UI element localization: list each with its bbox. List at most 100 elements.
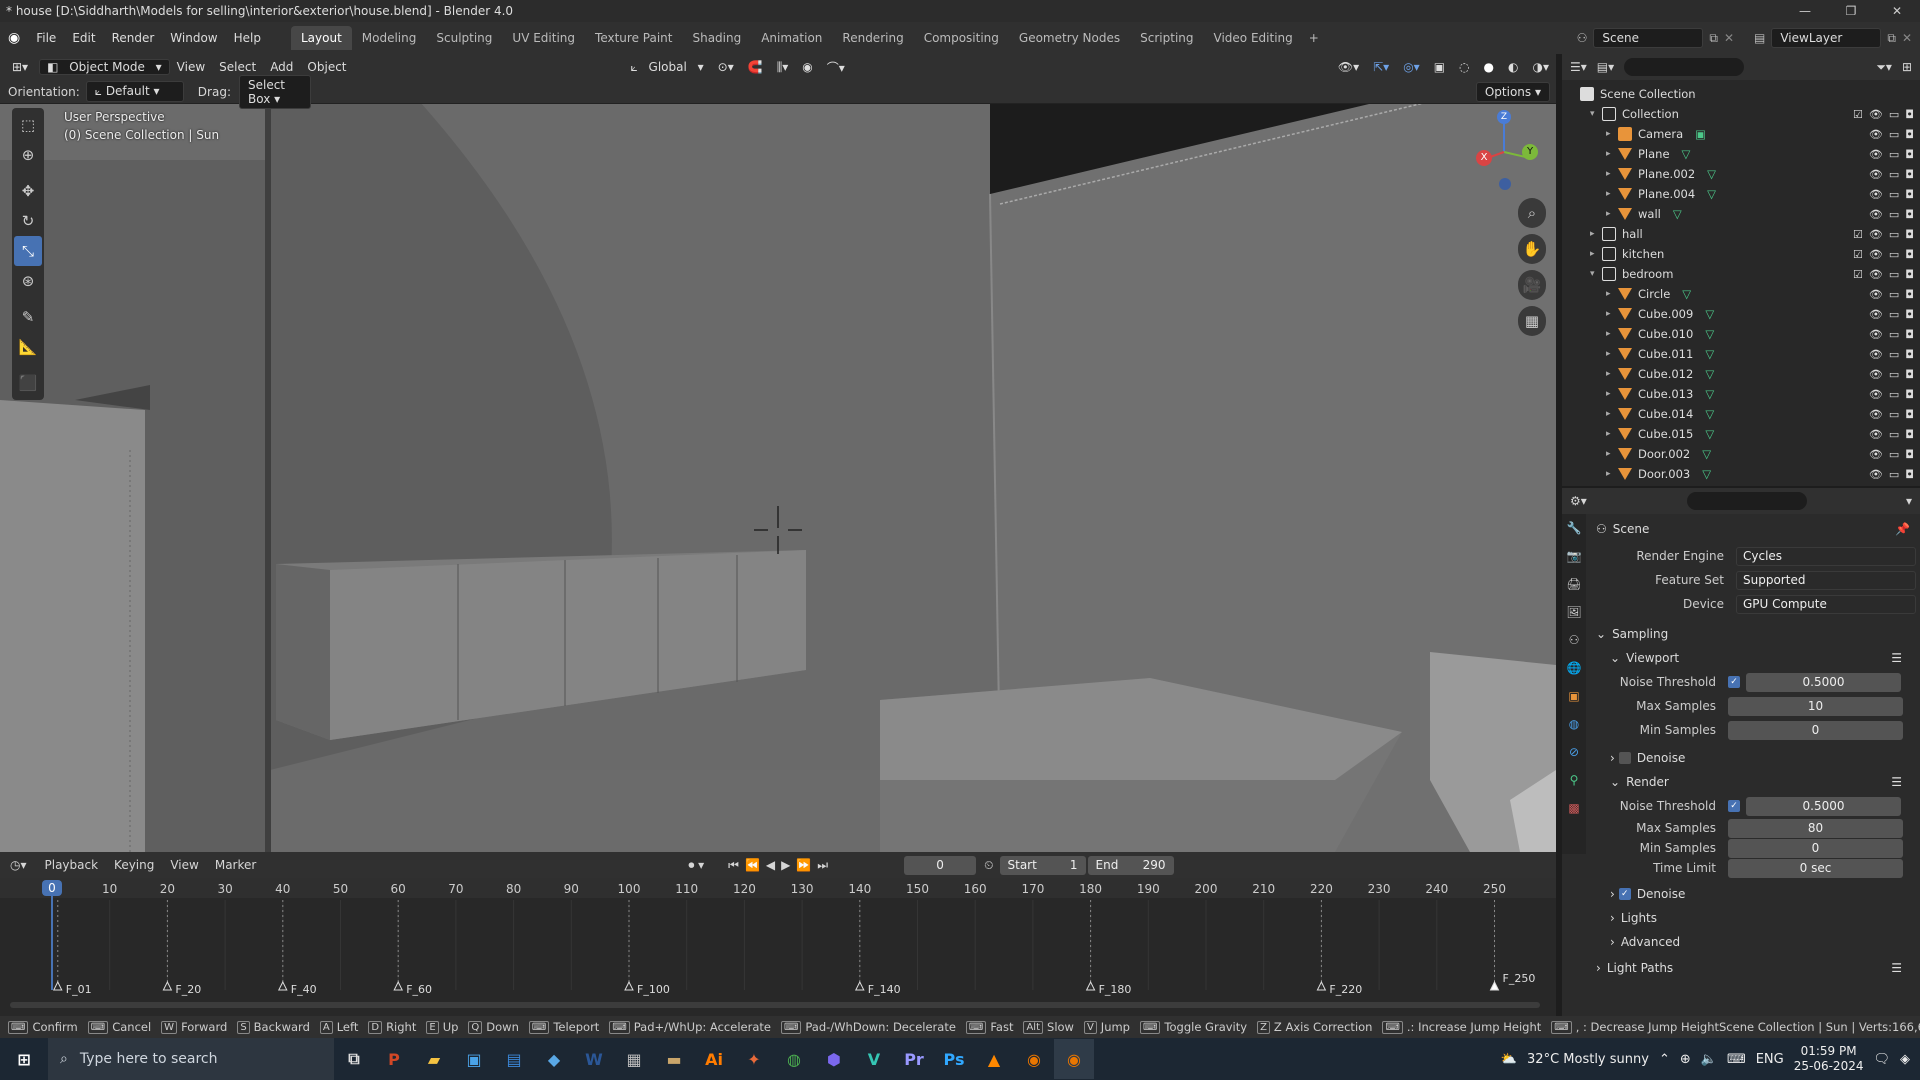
outliner-row[interactable]: ▸ Door.002 ▽ 👁 ▭ ◘	[1562, 444, 1920, 464]
chevron-right-icon[interactable]: ▸	[1606, 449, 1618, 459]
chevron-right-icon[interactable]: ▸	[1606, 309, 1618, 319]
mesh-data-icon[interactable]: ▽	[1682, 147, 1691, 161]
orientation-selector[interactable]: ⟀ Default ▾	[85, 81, 184, 102]
viewport-display-icon[interactable]: ▭	[1889, 248, 1899, 261]
blender-active-icon[interactable]: ◉	[1054, 1039, 1094, 1079]
vectorworks-icon[interactable]: V	[854, 1039, 894, 1079]
visibility-icon[interactable]: 👁	[1869, 368, 1883, 381]
outliner-row[interactable]: ▸ Cube.010 ▽ 👁 ▭ ◘	[1562, 324, 1920, 344]
weather-text[interactable]: 32°C Mostly sunny	[1527, 1052, 1649, 1067]
app-icon-2[interactable]: ◆	[534, 1039, 574, 1079]
viewport-display-icon[interactable]: ▭	[1889, 128, 1899, 141]
viewport-menu-add[interactable]: Add	[263, 60, 300, 74]
object-tab-icon[interactable]: ▣	[1562, 682, 1586, 710]
mesh-data-icon[interactable]: ▽	[1702, 447, 1711, 461]
viewport-display-icon[interactable]: ▭	[1889, 108, 1899, 121]
viewport-display-icon[interactable]: ▭	[1889, 408, 1899, 421]
menu-render[interactable]: Render	[104, 31, 163, 45]
cursor-icon[interactable]: ⊕	[14, 140, 42, 170]
solid-shading-icon[interactable]: ●	[1477, 60, 1501, 74]
menu-help[interactable]: Help	[226, 31, 269, 45]
chevron-right-icon[interactable]: ▸	[1606, 409, 1618, 419]
exclude-checkbox-icon[interactable]: ☑	[1853, 108, 1863, 121]
texture-tab-icon[interactable]: ▩	[1562, 794, 1586, 822]
clock[interactable]: 01:59 PM 25-06-2024	[1794, 1044, 1864, 1074]
view-layer-tab-icon[interactable]: 🖼	[1562, 598, 1586, 626]
3d-viewport[interactable]: User Perspective (0) Scene Collection | …	[0, 80, 1556, 852]
visibility-icon[interactable]: 👁	[1869, 148, 1883, 161]
keyboard-icon[interactable]: ⌨	[1727, 1052, 1746, 1067]
new-collection-icon[interactable]: ⊞	[1902, 60, 1912, 74]
world-tab-icon[interactable]: 🌐	[1562, 654, 1586, 682]
photoshop-icon[interactable]: Ps	[934, 1039, 974, 1079]
render-engine-dropdown[interactable]: Cycles	[1736, 546, 1916, 566]
blender-icon[interactable]: ◉	[1014, 1039, 1054, 1079]
viewport-max-field[interactable]: 10	[1728, 696, 1903, 716]
render-camera-icon[interactable]: ◘	[1905, 248, 1914, 261]
render-noise-checkbox[interactable]: ✓	[1728, 800, 1740, 812]
workspace-tab-modeling[interactable]: Modeling	[352, 26, 427, 50]
visibility-icon[interactable]: 👁	[1869, 428, 1883, 441]
store-icon[interactable]: ▤	[494, 1039, 534, 1079]
render-camera-icon[interactable]: ◘	[1905, 348, 1914, 361]
gizmo-neg-z-axis[interactable]	[1499, 178, 1511, 190]
view-layer-selector[interactable]: ViewLayer	[1771, 28, 1882, 48]
display-mode-icon[interactable]: ▤▾	[1597, 60, 1614, 74]
app-icon-3[interactable]: ▦	[614, 1039, 654, 1079]
falloff-icon[interactable]: ⌒▾	[820, 59, 852, 76]
visibility-icon[interactable]: 👁	[1869, 228, 1883, 241]
chevron-right-icon[interactable]: ▸	[1606, 389, 1618, 399]
annotate-icon[interactable]: ✎	[14, 302, 42, 332]
viewport-denoise-header[interactable]: › Denoise	[1596, 746, 1920, 770]
copilot-icon[interactable]: ◈	[1900, 1052, 1910, 1067]
outliner-editor-icon[interactable]: ☰▾	[1570, 60, 1587, 74]
visibility-icon[interactable]: 👁	[1869, 248, 1883, 261]
feature-set-dropdown[interactable]: Supported	[1736, 570, 1916, 590]
outliner-row[interactable]: ▾ bedroom ☑ 👁 ▭ ◘	[1562, 264, 1920, 284]
viewport-menu-select[interactable]: Select	[212, 60, 263, 74]
snap-target-icon[interactable]: ⫼▾	[770, 60, 796, 75]
viewport-display-icon[interactable]: ▭	[1889, 188, 1899, 201]
render-camera-icon[interactable]: ◘	[1905, 228, 1914, 241]
chevron-right-icon[interactable]: ▸	[1606, 289, 1618, 299]
render-camera-icon[interactable]: ◘	[1905, 388, 1914, 401]
scene-tab-icon[interactable]: ⚇	[1562, 626, 1586, 654]
workspace-tab-geometry-nodes[interactable]: Geometry Nodes	[1009, 26, 1130, 50]
visibility-icon[interactable]: 👁	[1869, 288, 1883, 301]
visibility-icon[interactable]: 👁	[1869, 308, 1883, 321]
visibility-icon[interactable]: 👁	[1869, 448, 1883, 461]
workspace-tab-texture-paint[interactable]: Texture Paint	[585, 26, 682, 50]
editor-type-icon[interactable]: ⊞▾	[0, 60, 35, 74]
viewport-display-icon[interactable]: ▭	[1889, 468, 1899, 481]
viewport-display-icon[interactable]: ▭	[1889, 208, 1899, 221]
presets-icon[interactable]: ☰	[1891, 651, 1902, 665]
workspace-tab-shading[interactable]: Shading	[682, 26, 751, 50]
workspace-tab-scripting[interactable]: Scripting	[1130, 26, 1203, 50]
render-camera-icon[interactable]: ◘	[1905, 268, 1914, 281]
blender-logo-icon[interactable]: ◉	[0, 30, 28, 46]
exclude-checkbox-icon[interactable]: ☑	[1853, 228, 1863, 241]
windows-start-icon[interactable]: ⊞	[0, 1039, 48, 1079]
viewport-display-icon[interactable]: ▭	[1889, 428, 1899, 441]
file-explorer-icon[interactable]: ▰	[414, 1039, 454, 1079]
mesh-data-icon[interactable]: ▽	[1682, 287, 1691, 301]
app-icon[interactable]: ▣	[454, 1039, 494, 1079]
presets-icon[interactable]: ☰	[1891, 775, 1902, 789]
outliner-search-input[interactable]	[1624, 58, 1745, 76]
chevron-down-icon[interactable]: ▾	[1590, 109, 1602, 119]
timeline-editor-icon[interactable]: ◷▾	[0, 858, 37, 872]
render-max-field[interactable]: 80	[1728, 818, 1903, 838]
chevron-right-icon[interactable]: ▸	[1606, 209, 1618, 219]
mesh-data-icon[interactable]: ▽	[1705, 427, 1714, 441]
render-camera-icon[interactable]: ◘	[1905, 168, 1914, 181]
render-noise-field[interactable]: 0.5000	[1746, 796, 1901, 816]
render-camera-icon[interactable]: ◘	[1905, 148, 1914, 161]
scene-selector[interactable]: Scene	[1593, 28, 1704, 48]
visibility-icon[interactable]: 👁	[1869, 108, 1883, 121]
light-paths-panel-header[interactable]: › Light Paths ☰	[1596, 956, 1920, 980]
timeline-menu-playback[interactable]: Playback	[37, 858, 107, 872]
scale-icon[interactable]: ⤡	[14, 236, 42, 266]
chevron-right-icon[interactable]: ▸	[1606, 469, 1618, 479]
outliner-row[interactable]: ▸ Cube.011 ▽ 👁 ▭ ◘	[1562, 344, 1920, 364]
select-box-icon[interactable]: ⬚	[14, 110, 42, 140]
